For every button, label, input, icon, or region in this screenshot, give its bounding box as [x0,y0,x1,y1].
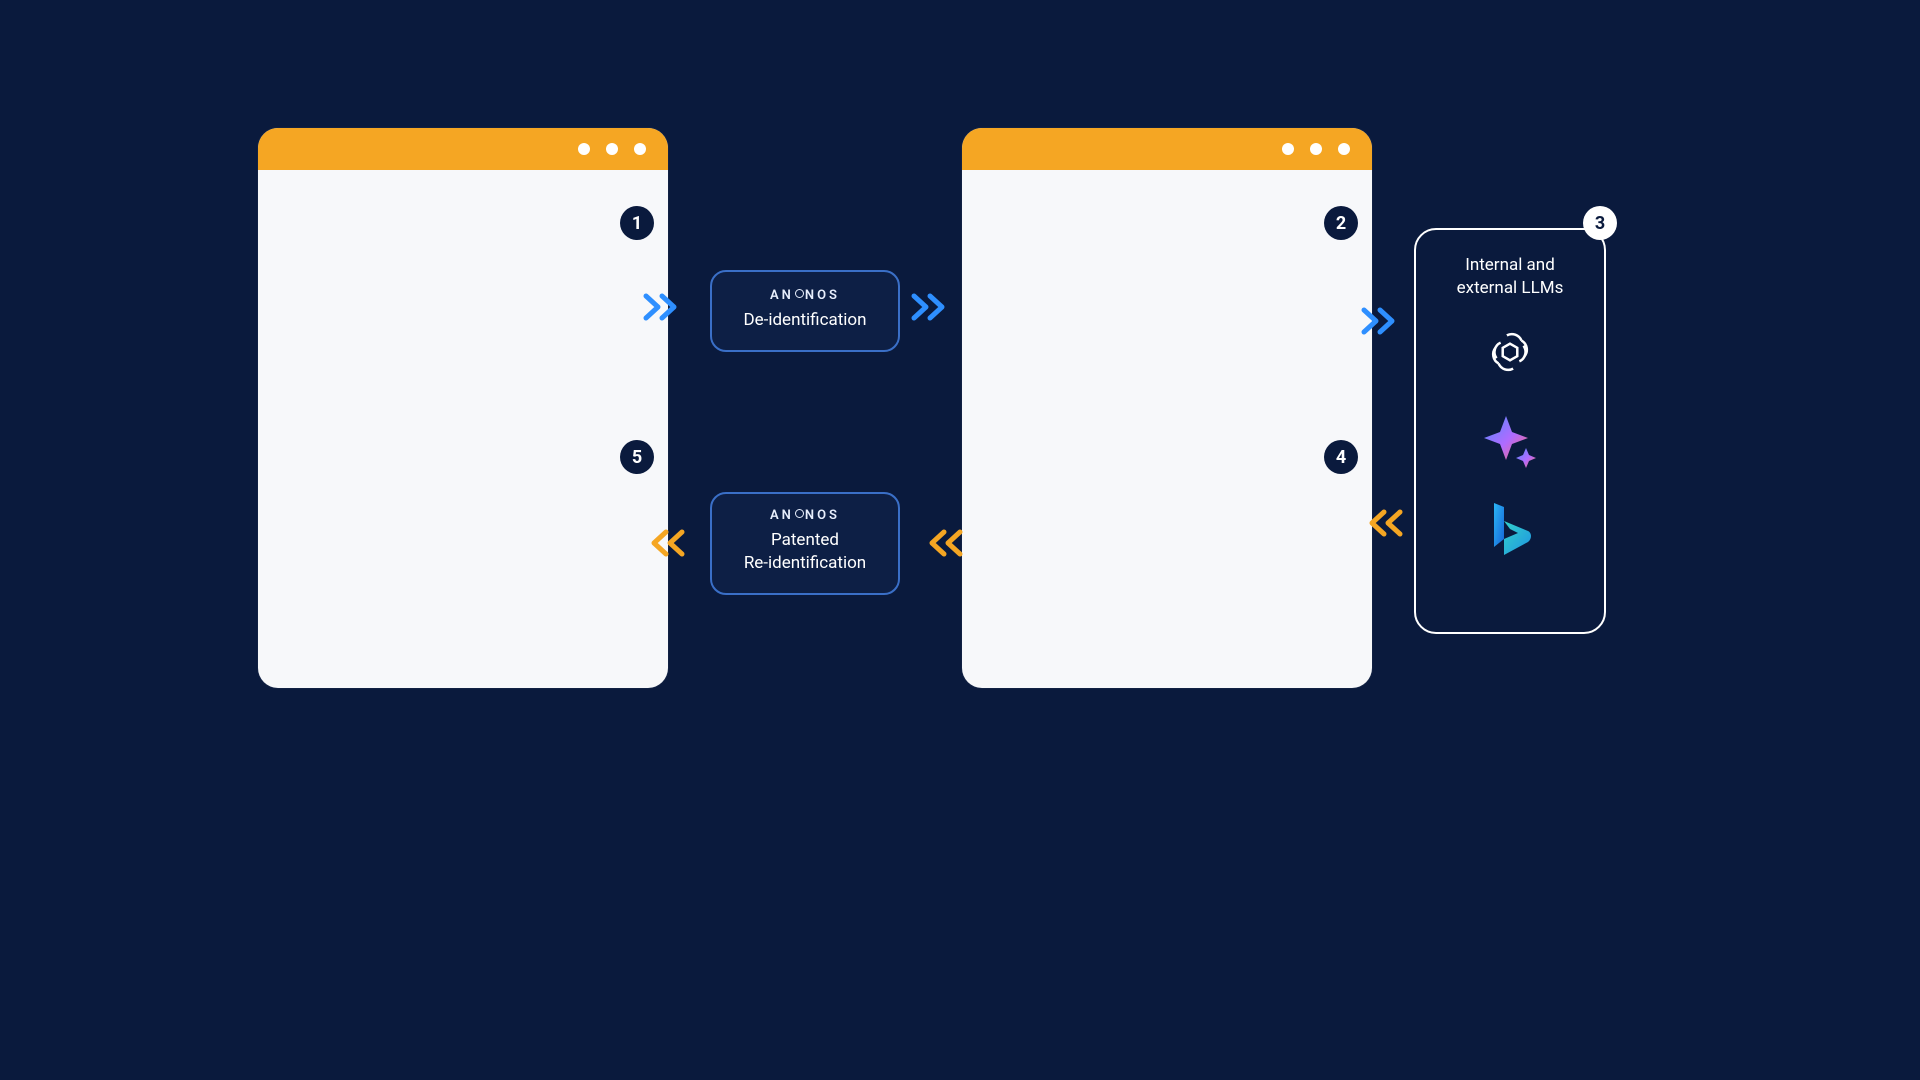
window-dot [606,143,618,155]
brand-prefix: AN [770,288,794,303]
anonos-logo: AN NOS [724,288,886,303]
step-badge-1: 1 [620,206,654,240]
window-titlebar [962,128,1372,170]
window-dot [1310,143,1322,155]
process-label: De-identification [724,309,886,332]
llm-panel: Internal and external LLMs [1414,228,1606,634]
process-label: Patented Re-identification [724,529,886,575]
window-dot [1338,143,1350,155]
step-badge-2: 2 [1324,206,1358,240]
brand-suffix: NOS [805,508,840,523]
arrow-right-icon [642,292,686,322]
window-titlebar [258,128,668,170]
step-badge-5: 5 [620,440,654,474]
brand-prefix: AN [770,508,794,523]
step-badge-4: 4 [1324,440,1358,474]
diagram-stage: 1 2 4 5 AN NOS De-identification AN NOS Pa… [190,0,1730,866]
bing-icon [1480,498,1540,558]
browser-window-right [962,128,1372,688]
arrow-left-icon [642,528,686,558]
process-deidentification: AN NOS De-identification [710,270,900,352]
arrow-left-icon [1360,508,1404,538]
window-dot [634,143,646,155]
bard-sparkle-icon [1480,410,1540,470]
brand-ring-icon [795,289,804,298]
window-dot [578,143,590,155]
openai-icon [1480,322,1540,382]
arrow-right-icon [910,292,954,322]
arrow-right-icon [1360,306,1404,336]
brand-ring-icon [795,509,804,518]
arrow-left-icon [920,528,964,558]
step-badge-3: 3 [1583,206,1617,240]
llm-icon-list [1430,322,1590,558]
window-dot [1282,143,1294,155]
brand-suffix: NOS [805,288,840,303]
process-reidentification: AN NOS Patented Re-identification [710,492,900,595]
anonos-logo: AN NOS [724,508,886,523]
llm-panel-title: Internal and external LLMs [1430,254,1590,300]
browser-window-left [258,128,668,688]
